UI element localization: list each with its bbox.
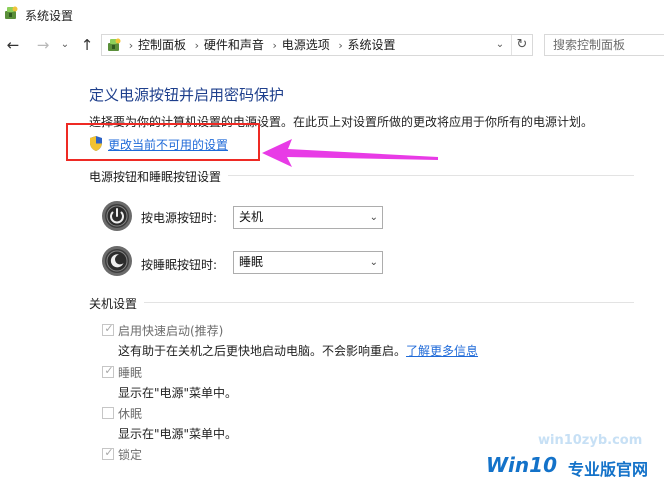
change-unavailable-settings-link[interactable]: 更改当前不可用的设置 [108,136,228,153]
navigation-bar: ← → ⌄ ↑ › 控制面板 › 硬件和声音 › 电源选项 › 系统设置 ⌄ ↻ [0,30,664,60]
control-panel-icon [108,38,121,51]
check-icon: ✓ [104,446,114,459]
sleep-button-icon [102,246,132,276]
sleep-button-action-value: 睡眠 [239,255,264,269]
window-title: 系统设置 [25,9,74,23]
up-button[interactable]: ↑ [78,36,96,54]
hibernate-option-description: 显示在"电源"菜单中。 [118,427,238,441]
power-button-action-value: 关机 [239,210,264,224]
breadcrumb-separator[interactable]: › [334,36,348,56]
sleep-option-label: 睡眠 [118,366,143,380]
page-title: 定义电源按钮并启用密码保护 [89,86,285,104]
sleep-button-action-label: 按睡眠按钮时: [141,258,218,272]
uac-shield-icon [90,136,102,151]
power-button-icon [102,201,132,231]
learn-more-link[interactable]: 了解更多信息 [406,344,478,358]
watermark-url: win10zyb.com [538,433,643,448]
hibernate-checkbox[interactable] [102,407,114,419]
breadcrumb-separator[interactable]: › [268,36,282,56]
watermark-logo: Win10 专业版官网 [482,451,664,482]
address-dropdown-button[interactable]: ⌄ [490,35,510,55]
watermark-brand-site: 专业版官网 [568,460,649,479]
address-bar[interactable]: › 控制面板 › 硬件和声音 › 电源选项 › 系统设置 ⌄ ↻ [101,34,533,56]
chevron-down-icon: ⌄ [369,257,378,268]
check-icon: ✓ [104,322,114,335]
fast-startup-description: 这有助于在关机之后更快地启动电脑。不会影响重启。了解更多信息 [118,342,478,359]
annotation-arrow [262,139,438,167]
fast-startup-description-text: 这有助于在关机之后更快地启动电脑。不会影响重启。 [118,344,407,358]
back-button[interactable]: ← [4,36,22,54]
power-options-icon [5,6,18,19]
power-buttons-section-title: 电源按钮和睡眠按钮设置 [89,170,222,184]
breadcrumb-power-options[interactable]: 电源选项 [282,38,330,52]
breadcrumb-hardware-sound[interactable]: 硬件和声音 [204,38,264,52]
breadcrumb-system-settings[interactable]: 系统设置 [348,38,396,52]
breadcrumb-separator[interactable]: › [190,36,204,56]
breadcrumb-control-panel[interactable]: 控制面板 [138,38,186,52]
chevron-down-icon: ⌄ [369,212,378,223]
fast-startup-checkbox[interactable]: ✓ [102,322,114,336]
sleep-checkbox[interactable]: ✓ [102,364,114,378]
breadcrumb: › 控制面板 › 硬件和声音 › 电源选项 › 系统设置 [124,35,396,55]
recent-locations-button[interactable]: ⌄ [58,36,72,54]
shutdown-section-title: 关机设置 [89,297,138,311]
lock-option-label: 锁定 [118,448,143,462]
forward-button[interactable]: → [34,36,52,54]
title-bar: 系统设置 [0,0,664,30]
search-input[interactable] [544,34,664,56]
watermark-brand-win10: Win10 [486,453,557,477]
hibernate-option-label: 休眠 [118,407,143,421]
section-divider [228,175,634,176]
fast-startup-label: 启用快速启动(推荐) [118,324,224,338]
refresh-button[interactable]: ↻ [511,35,532,55]
section-divider [144,302,634,303]
sleep-option-description: 显示在"电源"菜单中。 [118,386,238,400]
breadcrumb-separator[interactable]: › [124,36,138,56]
check-icon: ✓ [104,364,114,377]
power-button-action-label: 按电源按钮时: [141,211,218,225]
sleep-button-action-select[interactable]: 睡眠 ⌄ [233,251,383,274]
power-button-action-select[interactable]: 关机 ⌄ [233,206,383,229]
lock-checkbox[interactable]: ✓ [102,446,114,460]
